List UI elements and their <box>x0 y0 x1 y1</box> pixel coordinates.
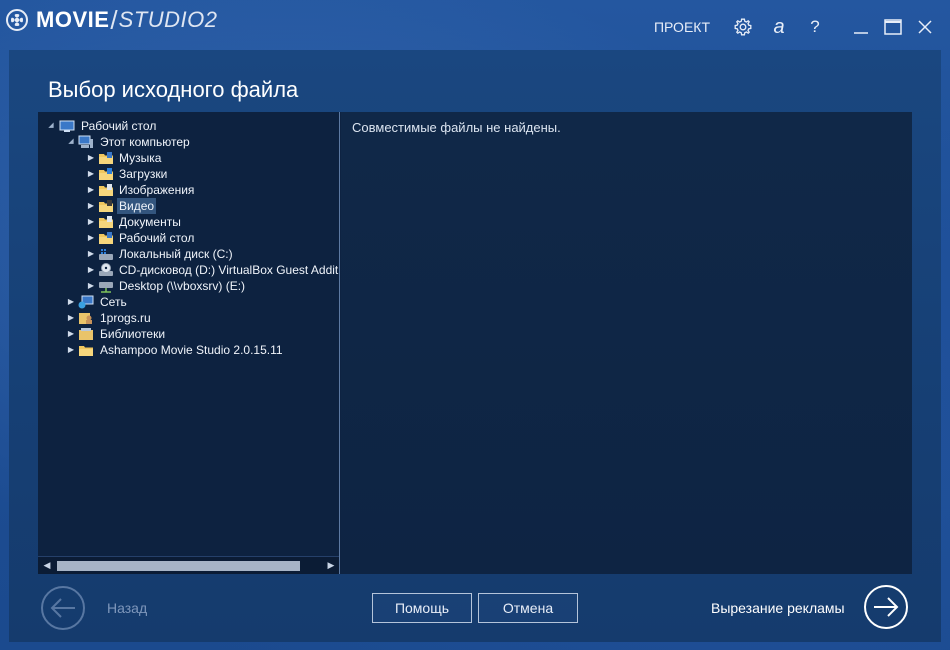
minimize-icon[interactable] <box>850 16 872 38</box>
tree-item[interactable]: ▶ Ashampoo Movie Studio 2.0.15.11 <box>38 342 339 358</box>
local-disk-icon <box>99 249 113 260</box>
collapsed-arrow-icon[interactable]: ▶ <box>66 342 76 358</box>
tree-item-label[interactable]: Сеть <box>98 294 129 310</box>
user-folder-icon <box>79 313 92 324</box>
file-list-pane[interactable]: Совместимые файлы не найдены. <box>341 112 912 574</box>
video-folder-icon <box>99 200 113 212</box>
tree-item[interactable]: ▶ Изображения <box>38 182 339 198</box>
desktop-folder-icon <box>99 232 113 244</box>
pictures-folder-icon <box>99 184 113 196</box>
tree-item-label[interactable]: Документы <box>117 214 183 230</box>
desktop-icon <box>59 120 75 132</box>
font-a-icon[interactable]: a <box>768 16 790 38</box>
logo-movie-text: MOVIE <box>36 7 110 32</box>
tree-item[interactable]: ▶ 1progs.ru <box>38 310 339 326</box>
arrow-right-icon <box>874 597 899 617</box>
downloads-folder-icon <box>99 168 113 180</box>
folder-icon <box>79 346 93 356</box>
logo-studio-text: STUDIO2 <box>118 7 218 32</box>
folder-tree: ◢ Рабочий стол ◢ Этот компьютер ▶ Музыка ▶ Загр… <box>38 118 339 554</box>
title-bar: MOVIE / STUDIO2 ПРОЕКТ a ? <box>0 0 950 50</box>
main-panel: Выбор исходного файла ◢ Рабочий стол ◢ Этот… <box>9 50 941 642</box>
tree-item[interactable]: ◢ Рабочий стол <box>38 118 339 134</box>
file-browser: ◢ Рабочий стол ◢ Этот компьютер ▶ Музыка ▶ Загр… <box>38 112 912 574</box>
collapsed-arrow-icon[interactable]: ▶ <box>86 214 96 230</box>
collapsed-arrow-icon[interactable]: ▶ <box>86 166 96 182</box>
libraries-icon <box>79 328 93 340</box>
tree-item[interactable]: ▶ Desktop (\\vboxsrv) (E:) <box>38 278 339 294</box>
tree-item[interactable]: ▶ Локальный диск (C:) <box>38 246 339 262</box>
tree-item[interactable]: ▶ Загрузки <box>38 166 339 182</box>
film-reel-icon <box>6 9 28 31</box>
tree-item-label[interactable]: Рабочий стол <box>79 118 158 134</box>
network-drive-icon <box>99 282 113 293</box>
tree-item[interactable]: ▶ Сеть <box>38 294 339 310</box>
tree-item-label[interactable]: Загрузки <box>117 166 169 182</box>
tree-item-label[interactable]: Desktop (\\vboxsrv) (E:) <box>117 278 247 294</box>
tree-item-label[interactable]: CD-дисковод (D:) VirtualBox Guest Addit <box>117 262 339 278</box>
computer-icon <box>78 135 93 148</box>
empty-files-message: Совместимые файлы не найдены. <box>352 120 561 135</box>
collapsed-arrow-icon[interactable]: ▶ <box>86 246 96 262</box>
app-logo: MOVIE / STUDIO2 <box>6 4 218 35</box>
scroll-right-arrow-icon[interactable]: ▶ <box>324 559 338 573</box>
collapsed-arrow-icon[interactable]: ▶ <box>86 182 96 198</box>
collapsed-arrow-icon[interactable]: ▶ <box>86 262 96 278</box>
close-icon-svg <box>918 20 932 34</box>
tree-item[interactable]: ◢ Этот компьютер <box>38 134 339 150</box>
expanded-arrow-icon[interactable]: ◢ <box>66 134 76 150</box>
tree-item-label[interactable]: Видео <box>117 198 157 214</box>
folder-tree-pane: ◢ Рабочий стол ◢ Этот компьютер ▶ Музыка ▶ Загр… <box>38 112 340 574</box>
help-icon[interactable]: ? <box>804 16 826 38</box>
network-icon <box>78 295 94 309</box>
title-bar-controls: ПРОЕКТ a ? <box>654 14 936 40</box>
next-step-label[interactable]: Вырезание рекламы <box>711 600 845 616</box>
maximize-icon-svg <box>884 19 902 35</box>
minimize-icon-svg <box>854 32 868 34</box>
collapsed-arrow-icon[interactable]: ▶ <box>86 278 96 294</box>
cancel-button[interactable]: Отмена <box>478 593 578 623</box>
tree-item-label[interactable]: Изображения <box>117 182 196 198</box>
tree-item-label[interactable]: Рабочий стол <box>117 230 196 246</box>
next-button[interactable] <box>864 585 908 629</box>
tree-item-label[interactable]: Ashampoo Movie Studio 2.0.15.11 <box>98 342 285 358</box>
music-folder-icon <box>99 152 113 164</box>
tree-item-label[interactable]: 1progs.ru <box>98 310 153 326</box>
help-button[interactable]: Помощь <box>372 593 472 623</box>
gear-icon[interactable] <box>732 16 754 38</box>
scroll-left-arrow-icon[interactable]: ◀ <box>40 559 54 573</box>
tree-item-label[interactable]: Библиотеки <box>98 326 167 342</box>
collapsed-arrow-icon[interactable]: ▶ <box>86 230 96 246</box>
tree-item-label[interactable]: Музыка <box>117 150 163 166</box>
tree-item[interactable]: ▶ Документы <box>38 214 339 230</box>
tree-item[interactable]: ▶ Рабочий стол <box>38 230 339 246</box>
tree-item[interactable]: ▶ Видео <box>38 198 339 214</box>
tree-item[interactable]: ▶ Библиотеки <box>38 326 339 342</box>
gear-icon-svg <box>734 18 752 36</box>
tree-item-label[interactable]: Локальный диск (C:) <box>117 246 235 262</box>
expanded-arrow-icon[interactable]: ◢ <box>46 118 56 134</box>
collapsed-arrow-icon[interactable]: ▶ <box>66 310 76 326</box>
close-icon[interactable] <box>914 16 936 38</box>
page-title: Выбор исходного файла <box>48 77 299 102</box>
maximize-icon[interactable] <box>882 16 904 38</box>
documents-folder-icon <box>99 216 113 228</box>
arrow-left-icon <box>50 598 75 618</box>
tree-item[interactable]: ▶ Музыка <box>38 150 339 166</box>
tree-item[interactable]: ▶ CD-дисковод (D:) VirtualBox Guest Addit <box>38 262 339 278</box>
back-label[interactable]: Назад <box>107 600 147 616</box>
back-button[interactable] <box>41 586 85 630</box>
project-menu[interactable]: ПРОЕКТ <box>654 19 710 35</box>
collapsed-arrow-icon[interactable]: ▶ <box>66 326 76 342</box>
scrollbar-thumb[interactable] <box>57 561 300 571</box>
tree-item-label[interactable]: Этот компьютер <box>98 134 192 150</box>
horizontal-scrollbar[interactable]: ◀ ▶ <box>38 556 339 574</box>
cd-drive-icon <box>99 263 113 276</box>
collapsed-arrow-icon[interactable]: ▶ <box>86 198 96 214</box>
collapsed-arrow-icon[interactable]: ▶ <box>86 150 96 166</box>
collapsed-arrow-icon[interactable]: ▶ <box>66 294 76 310</box>
logo-slash-text: / <box>110 4 118 35</box>
